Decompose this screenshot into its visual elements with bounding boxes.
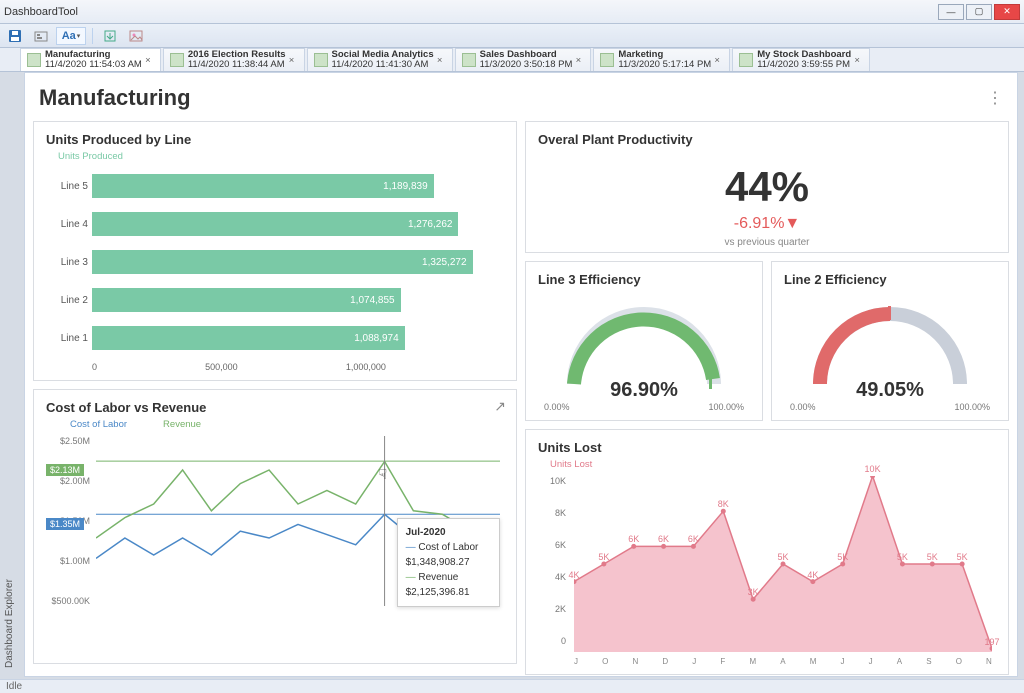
export-button[interactable]: [99, 27, 121, 45]
page-title: Manufacturing: [39, 85, 987, 111]
font-button[interactable]: Aa▾: [56, 27, 86, 45]
kpi-delta: -6.91%▼: [538, 215, 996, 233]
tab-thumbnail-icon: [314, 53, 328, 67]
image-button[interactable]: [125, 27, 147, 45]
dashboard-explorer-tab[interactable]: Dashboard Explorer: [4, 72, 22, 672]
legend-lost: Units Lost: [538, 459, 592, 470]
minimize-button[interactable]: —: [938, 4, 964, 20]
legend-item: Units Produced: [46, 151, 123, 162]
tab-close-icon[interactable]: ×: [286, 55, 298, 66]
legend-cost: Cost of Labor: [46, 419, 127, 430]
close-button[interactable]: ✕: [994, 4, 1020, 20]
kpi-sub: vs previous quarter: [538, 237, 996, 248]
tab-close-icon[interactable]: ×: [434, 55, 446, 66]
tab-social-media-analytics[interactable]: Social Media Analytics11/4/2020 11:41:30…: [307, 48, 453, 71]
units-produced-card: Units Produced by Line Units Produced Li…: [33, 121, 517, 381]
tab-2016-election-results[interactable]: 2016 Election Results11/4/2020 11:38:44 …: [163, 48, 305, 71]
card-title: Units Produced by Line: [46, 132, 504, 147]
productivity-kpi-card: Overal Plant Productivity 44% -6.91%▼ vs…: [525, 121, 1009, 253]
maximize-button[interactable]: ▢: [966, 4, 992, 20]
tab-close-icon[interactable]: ×: [851, 55, 863, 66]
area-chart: 4K5K6K6K6K8K3K5K4K5K10K5K5K5K197: [574, 476, 992, 652]
tab-thumbnail-icon: [27, 53, 41, 67]
bar-chart: Line 5 1,189,839Line 4 1,276,262Line 3 1…: [46, 168, 504, 362]
tab-thumbnail-icon: [462, 53, 476, 67]
units-lost-card: Units Lost Units Lost 10K 8K 6K 4K 2K 0 …: [525, 429, 1009, 675]
window-title: DashboardTool: [4, 6, 938, 18]
cursor-icon: ☟: [379, 466, 388, 483]
cost-revenue-card: ↗ Cost of Labor vs Revenue Cost of Labor…: [33, 389, 517, 664]
more-icon[interactable]: ⋮: [987, 88, 1003, 108]
kpi-value: 44%: [538, 163, 996, 211]
tab-thumbnail-icon: [170, 53, 184, 67]
subreport-button[interactable]: [30, 27, 52, 45]
save-button[interactable]: [4, 27, 26, 45]
tab-close-icon[interactable]: ×: [142, 55, 154, 66]
expand-icon[interactable]: ↗: [494, 398, 506, 415]
chart-tooltip: Jul-2020 — Cost of Labor $1,348,908.27 —…: [397, 518, 500, 607]
toolbar: Aa▾: [0, 24, 1024, 48]
tab-my-stock-dashboard[interactable]: My Stock Dashboard11/4/2020 3:59:55 PM ×: [732, 48, 870, 71]
tab-strip: Manufacturing11/4/2020 11:54:03 AM × 201…: [0, 48, 1024, 72]
tab-sales-dashboard[interactable]: Sales Dashboard11/3/2020 3:50:18 PM ×: [455, 48, 592, 71]
line2-efficiency-card: Line 2 Efficiency 49.05% 0.00%100.00%: [771, 261, 1009, 421]
tab-thumbnail-icon: [600, 53, 614, 67]
status-bar: Idle: [0, 679, 1024, 693]
legend-revenue: Revenue: [139, 419, 201, 430]
title-bar: DashboardTool — ▢ ✕: [0, 0, 1024, 24]
line3-efficiency-card: Line 3 Efficiency 96.90% 0.00%100.00%: [525, 261, 763, 421]
dashboard-board: Manufacturing ⋮ Units Produced by Line U…: [24, 72, 1018, 677]
tab-close-icon[interactable]: ×: [711, 55, 723, 66]
tab-marketing[interactable]: Marketing11/3/2020 5:17:14 PM ×: [593, 48, 730, 71]
line-chart: $2.13M $1.35M Jul-2020 — Cost of Labor $…: [96, 436, 500, 606]
tab-thumbnail-icon: [739, 53, 753, 67]
tab-close-icon[interactable]: ×: [572, 55, 584, 66]
tab-manufacturing[interactable]: Manufacturing11/4/2020 11:54:03 AM ×: [20, 48, 161, 71]
